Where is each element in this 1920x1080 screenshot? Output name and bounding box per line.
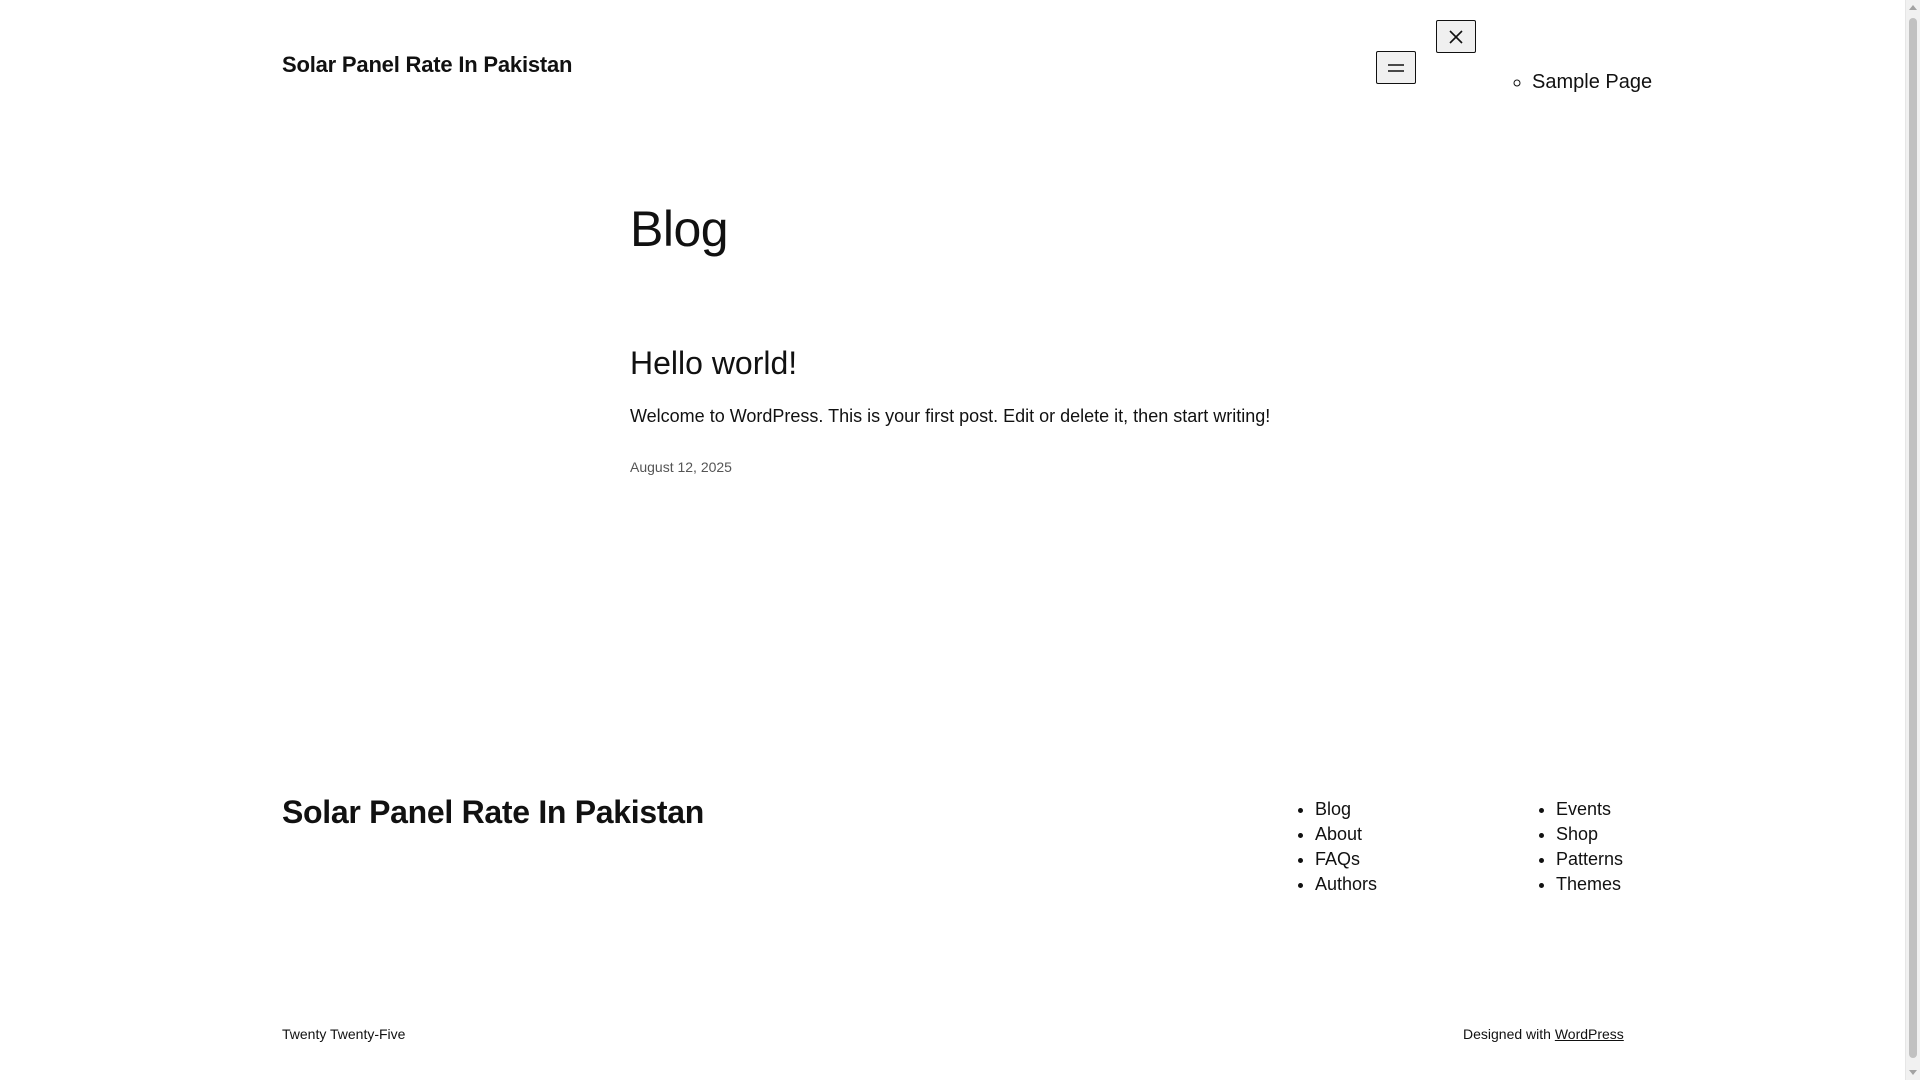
page-title: Blog (630, 201, 729, 257)
scroll-down-arrow-icon[interactable] (1909, 1070, 1917, 1075)
footer-link-blog[interactable]: Blog (1315, 799, 1351, 819)
footer-link-about[interactable]: About (1315, 824, 1362, 844)
footer-nav-item: Authors (1315, 872, 1377, 897)
page: Solar Panel Rate In Pakistan Sample Page… (0, 0, 1920, 1080)
scroll-up-arrow-icon[interactable] (1909, 5, 1917, 10)
footer-link-themes[interactable]: Themes (1556, 874, 1621, 894)
open-menu-button[interactable] (1376, 51, 1416, 84)
footer-link-shop[interactable]: Shop (1556, 824, 1598, 844)
footer-link-authors[interactable]: Authors (1315, 874, 1377, 894)
close-icon (1449, 29, 1463, 44)
post-date-link[interactable]: August 12, 2025 (630, 459, 732, 475)
footer-nav-item: Shop (1556, 822, 1623, 847)
designed-with-credit: Designed with WordPress (1463, 1026, 1624, 1042)
site-title-link[interactable]: Solar Panel Rate In Pakistan (282, 52, 572, 78)
hamburger-menu-icon (1388, 63, 1404, 72)
footer-site-title-link[interactable]: Solar Panel Rate In Pakistan (282, 794, 704, 831)
theme-credit-link[interactable]: Twenty Twenty-Five (282, 1026, 405, 1042)
footer-nav-column-1: Blog About FAQs Authors (1295, 797, 1377, 897)
header-navigation: Sample Page (1510, 71, 1652, 94)
footer-link-faqs[interactable]: FAQs (1315, 849, 1360, 869)
footer-link-events[interactable]: Events (1556, 799, 1611, 819)
credit-prefix: Designed with (1463, 1026, 1551, 1042)
nav-link-sample-page[interactable]: Sample Page (1532, 71, 1652, 93)
footer-nav-column-2: Events Shop Patterns Themes (1536, 797, 1623, 897)
wordpress-link[interactable]: WordPress (1555, 1026, 1624, 1042)
post-excerpt: Welcome to WordPress. This is your first… (630, 406, 1271, 426)
footer-nav-item: About (1315, 822, 1377, 847)
close-menu-button[interactable] (1436, 20, 1476, 53)
footer-link-patterns[interactable]: Patterns (1556, 849, 1623, 869)
footer-nav-item: Themes (1556, 872, 1623, 897)
footer-nav-item: Events (1556, 797, 1623, 822)
vertical-scrollbar[interactable] (1905, 0, 1920, 1080)
scrollbar-thumb[interactable] (1909, 18, 1917, 1058)
footer-nav-item: Blog (1315, 797, 1377, 822)
nav-item-sample-page: Sample Page (1532, 71, 1652, 94)
footer-nav-item: Patterns (1556, 847, 1623, 872)
footer-nav-item: FAQs (1315, 847, 1377, 872)
post-title-link[interactable]: Hello world! (630, 345, 797, 381)
post-title: Hello world! (630, 345, 797, 381)
